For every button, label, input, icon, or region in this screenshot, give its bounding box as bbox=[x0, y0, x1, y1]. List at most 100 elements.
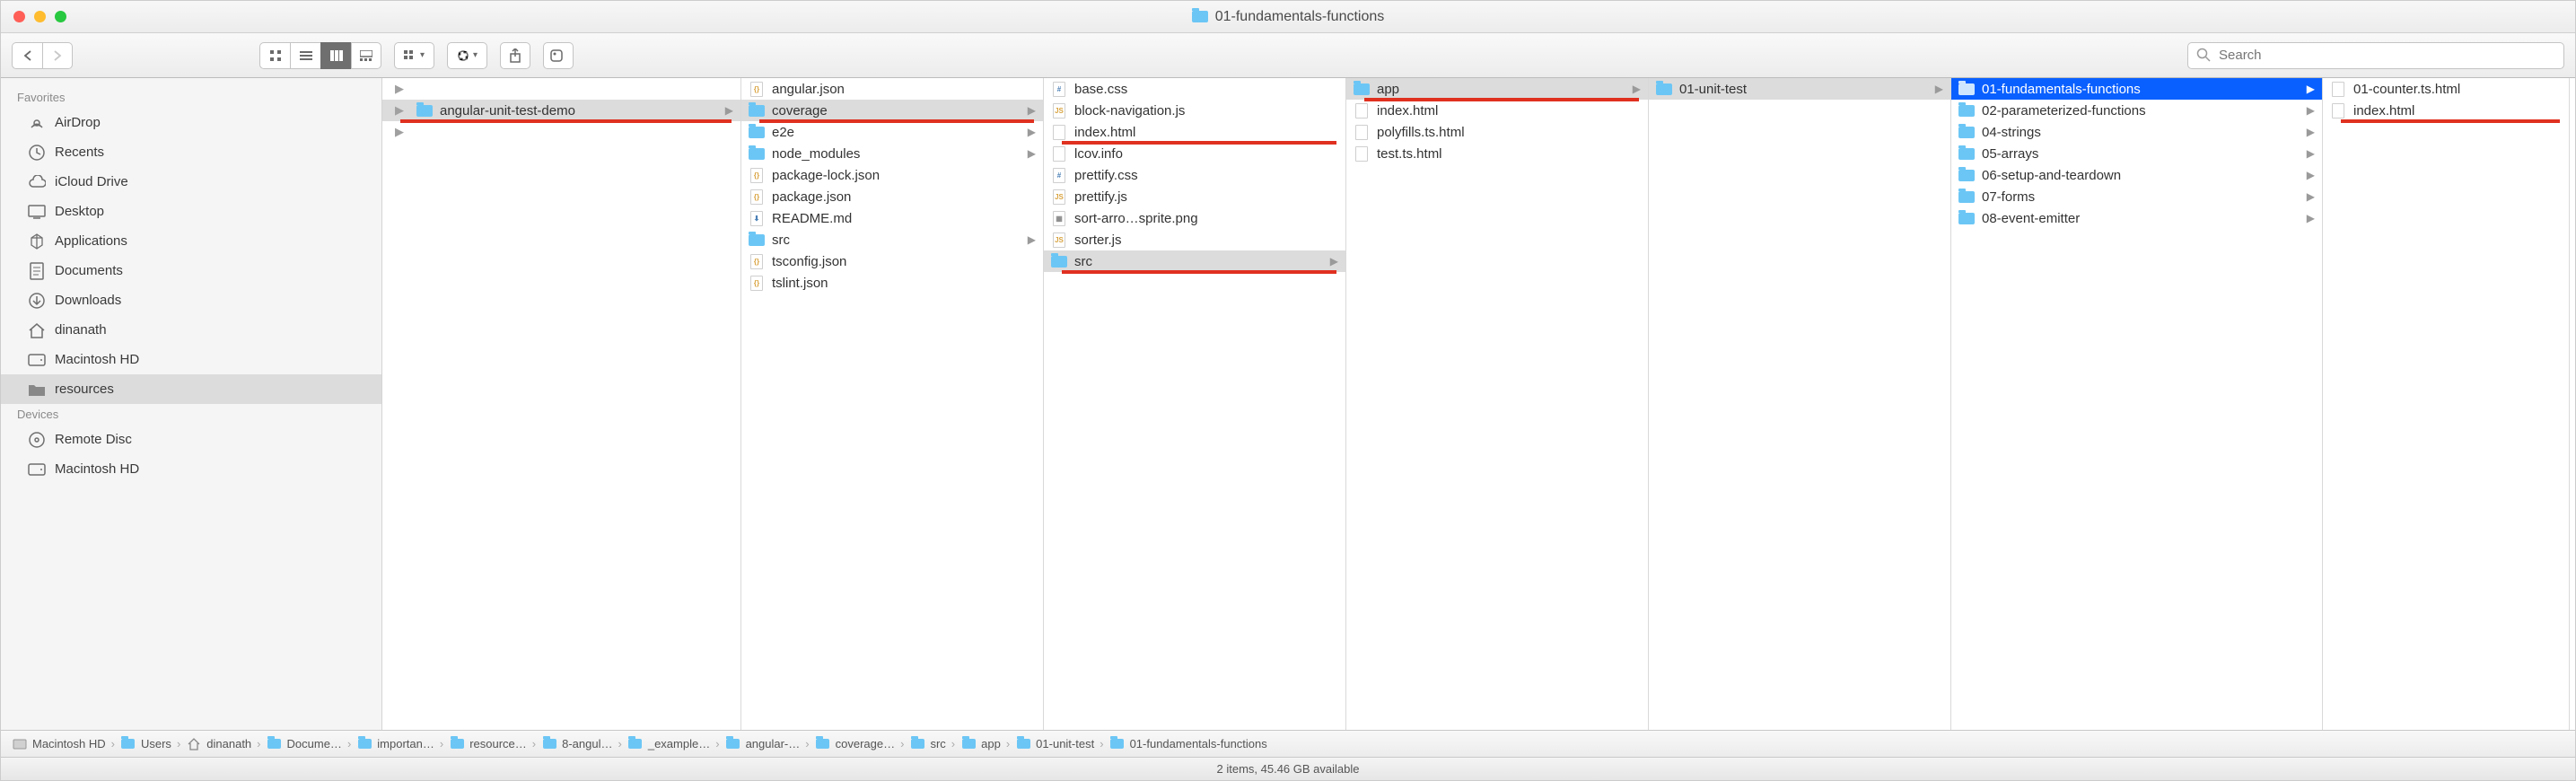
path-crumb[interactable]: importan… bbox=[356, 736, 434, 752]
file-item[interactable]: index.html bbox=[1044, 121, 1345, 143]
sidebar-item-dinanath[interactable]: dinanath bbox=[1, 315, 381, 345]
file-item[interactable]: lcov.info bbox=[1044, 143, 1345, 164]
column[interactable]: {}angular.jsoncoverage▶e2e▶node_modules▶… bbox=[741, 78, 1044, 730]
columns-view[interactable]: ▶▶angular-unit-test-demo▶▶{}angular.json… bbox=[382, 78, 2575, 730]
file-item[interactable]: {}package-lock.json bbox=[741, 164, 1043, 186]
disclosure-triangle-icon[interactable]: ▶ bbox=[390, 103, 409, 118]
action-menu-button[interactable]: ▾ bbox=[447, 42, 487, 69]
chevron-right-icon: ▶ bbox=[1935, 83, 1943, 95]
folder-item[interactable]: 07-forms▶ bbox=[1951, 186, 2322, 207]
file-item[interactable]: JSblock-navigation.js bbox=[1044, 100, 1345, 121]
file-item[interactable]: index.html bbox=[2323, 100, 2569, 121]
file-item[interactable]: index.html bbox=[1346, 100, 1648, 121]
search-input[interactable] bbox=[2187, 42, 2564, 69]
path-crumb[interactable]: dinanath bbox=[186, 736, 251, 752]
sidebar-item-icloud-drive[interactable]: iCloud Drive bbox=[1, 167, 381, 197]
sidebar-item-documents[interactable]: Documents bbox=[1, 256, 381, 285]
column[interactable]: ▶▶angular-unit-test-demo▶▶ bbox=[382, 78, 741, 730]
search-icon bbox=[2196, 48, 2211, 62]
item-label: index.html bbox=[1377, 103, 1438, 118]
icon-view-button[interactable] bbox=[259, 42, 290, 69]
path-crumb-label: 01-unit-test bbox=[1036, 737, 1094, 750]
column-view-button[interactable] bbox=[320, 42, 351, 69]
folder-item[interactable]: node_modules▶ bbox=[741, 143, 1043, 164]
window-title-text: 01-fundamentals-functions bbox=[1215, 9, 1385, 25]
path-crumb[interactable]: Users bbox=[120, 736, 171, 752]
disclosure-triangle-icon[interactable]: ▶ bbox=[390, 125, 409, 139]
sidebar-item-resources[interactable]: resources bbox=[1, 374, 381, 404]
disclosure-triangle-icon[interactable]: ▶ bbox=[390, 82, 409, 96]
file-item[interactable]: JSsorter.js bbox=[1044, 229, 1345, 250]
folder-item[interactable]: 05-arrays▶ bbox=[1951, 143, 2322, 164]
path-crumb[interactable]: resource… bbox=[449, 736, 527, 752]
gallery-view-button[interactable] bbox=[351, 42, 381, 69]
file-item[interactable]: {}tslint.json bbox=[741, 272, 1043, 294]
path-crumb[interactable]: coverage… bbox=[815, 736, 895, 752]
path-crumb[interactable]: angular-… bbox=[725, 736, 801, 752]
forward-button[interactable] bbox=[42, 42, 73, 69]
back-button[interactable] bbox=[12, 42, 42, 69]
expand-row[interactable]: ▶ bbox=[382, 121, 740, 143]
sidebar-item-macintosh-hd[interactable]: Macintosh HD bbox=[1, 454, 381, 484]
folder-item[interactable]: 01-unit-test▶ bbox=[1649, 78, 1950, 100]
file-item[interactable]: {}angular.json bbox=[741, 78, 1043, 100]
file-item[interactable]: {}tsconfig.json bbox=[741, 250, 1043, 272]
column[interactable]: 01-fundamentals-functions▶02-parameteriz… bbox=[1951, 78, 2323, 730]
path-bar[interactable]: Macintosh HD›Users›dinanath›Docume…›impo… bbox=[1, 730, 2575, 757]
file-item[interactable]: #base.css bbox=[1044, 78, 1345, 100]
file-item[interactable]: ⬇README.md bbox=[741, 207, 1043, 229]
chevron-right-icon: ▶ bbox=[2307, 212, 2315, 224]
path-crumb[interactable]: _example… bbox=[627, 736, 710, 752]
folder-item[interactable]: 04-strings▶ bbox=[1951, 121, 2322, 143]
file-icon: JS bbox=[1051, 102, 1067, 118]
folder-item[interactable]: app▶ bbox=[1346, 78, 1648, 100]
zoom-window-button[interactable] bbox=[55, 11, 66, 22]
folder-item[interactable]: coverage▶ bbox=[741, 100, 1043, 121]
file-item[interactable]: polyfills.ts.html bbox=[1346, 121, 1648, 143]
item-label: README.md bbox=[772, 211, 852, 226]
path-crumb[interactable]: 01-fundamentals-functions bbox=[1109, 736, 1267, 752]
group-by-button[interactable]: ▾ bbox=[394, 42, 434, 69]
sidebar-item-applications[interactable]: Applications bbox=[1, 226, 381, 256]
sidebar-item-airdrop[interactable]: AirDrop bbox=[1, 108, 381, 137]
file-item[interactable]: test.ts.html bbox=[1346, 143, 1648, 164]
sidebar-item-recents[interactable]: Recents bbox=[1, 137, 381, 167]
folder-icon bbox=[541, 736, 557, 752]
sidebar-item-desktop[interactable]: Desktop bbox=[1, 197, 381, 226]
sidebar-item-downloads[interactable]: Downloads bbox=[1, 285, 381, 315]
folder-item[interactable]: 08-event-emitter▶ bbox=[1951, 207, 2322, 229]
tags-button[interactable] bbox=[543, 42, 574, 69]
minimize-window-button[interactable] bbox=[34, 11, 46, 22]
folder-item[interactable]: 06-setup-and-teardown▶ bbox=[1951, 164, 2322, 186]
path-crumb[interactable]: Macintosh HD bbox=[12, 736, 106, 752]
file-item[interactable]: 01-counter.ts.html bbox=[2323, 78, 2569, 100]
folder-item[interactable]: src▶ bbox=[741, 229, 1043, 250]
folder-item[interactable]: 01-fundamentals-functions▶ bbox=[1951, 78, 2322, 100]
file-item[interactable]: JSprettify.js bbox=[1044, 186, 1345, 207]
path-crumb[interactable]: Docume… bbox=[267, 736, 342, 752]
close-window-button[interactable] bbox=[13, 11, 25, 22]
sidebar-item-remote-disc[interactable]: Remote Disc bbox=[1, 425, 381, 454]
file-item[interactable]: #prettify.css bbox=[1044, 164, 1345, 186]
column[interactable]: 01-unit-test▶ bbox=[1649, 78, 1951, 730]
path-crumb[interactable]: src bbox=[909, 736, 945, 752]
list-view-button[interactable] bbox=[290, 42, 320, 69]
folder-item[interactable]: src▶ bbox=[1044, 250, 1345, 272]
column[interactable]: #base.cssJSblock-navigation.jsindex.html… bbox=[1044, 78, 1346, 730]
file-item[interactable]: {}package.json bbox=[741, 186, 1043, 207]
folder-item[interactable]: e2e▶ bbox=[741, 121, 1043, 143]
folder-item[interactable]: ▶angular-unit-test-demo▶ bbox=[382, 100, 740, 121]
file-item[interactable]: ▦sort-arro…sprite.png bbox=[1044, 207, 1345, 229]
path-crumb-label: 8-angul… bbox=[562, 737, 612, 750]
folder-item[interactable]: 02-parameterized-functions▶ bbox=[1951, 100, 2322, 121]
path-crumb[interactable]: 01-unit-test bbox=[1015, 736, 1094, 752]
sidebar-item-macintosh-hd[interactable]: Macintosh HD bbox=[1, 345, 381, 374]
sidebar[interactable]: FavoritesAirDropRecentsiCloud DriveDeskt… bbox=[1, 78, 382, 730]
hdd-icon bbox=[28, 461, 46, 478]
path-crumb[interactable]: app bbox=[960, 736, 1001, 752]
expand-row[interactable]: ▶ bbox=[382, 78, 740, 100]
share-button[interactable] bbox=[500, 42, 530, 69]
column[interactable]: 01-counter.ts.htmlindex.html bbox=[2323, 78, 2570, 730]
path-crumb[interactable]: 8-angul… bbox=[541, 736, 612, 752]
column[interactable]: app▶ index.html polyfills.ts.htmltest.ts.h… bbox=[1346, 78, 1649, 730]
